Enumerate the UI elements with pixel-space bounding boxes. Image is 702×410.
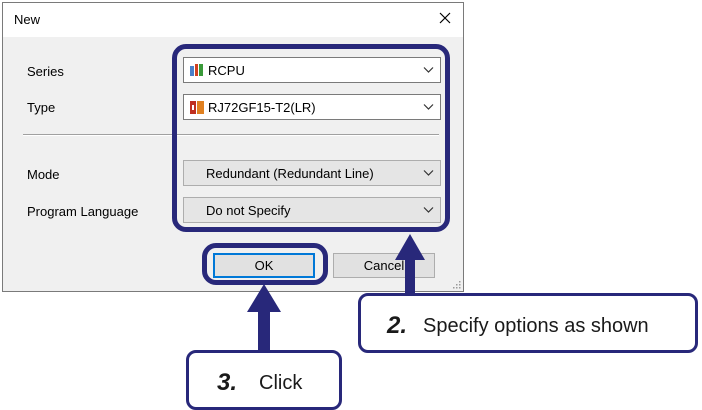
program-language-label: Program Language: [27, 204, 139, 219]
step-3-number: 3.: [217, 369, 238, 396]
step-2-number: 2.: [387, 312, 408, 339]
close-icon[interactable]: [437, 10, 453, 26]
title-bar[interactable]: New: [3, 3, 463, 37]
options-highlight-frame: [172, 44, 450, 232]
mode-label: Mode: [27, 167, 60, 182]
ok-highlight-frame: [202, 243, 328, 285]
type-label: Type: [27, 100, 56, 115]
resize-grip-icon[interactable]: [451, 279, 461, 289]
step-3-callout: 3. Click: [186, 350, 342, 410]
step-2-callout: 2. Specify options as shown: [358, 293, 698, 353]
step-2-text: Specify options as shown: [423, 315, 649, 337]
dialog-title: New: [14, 12, 41, 27]
arrow-up-icon: [395, 234, 425, 300]
series-label: Series: [27, 64, 64, 79]
step-3-text: Click: [259, 372, 303, 394]
arrow-up-icon: [247, 284, 281, 354]
